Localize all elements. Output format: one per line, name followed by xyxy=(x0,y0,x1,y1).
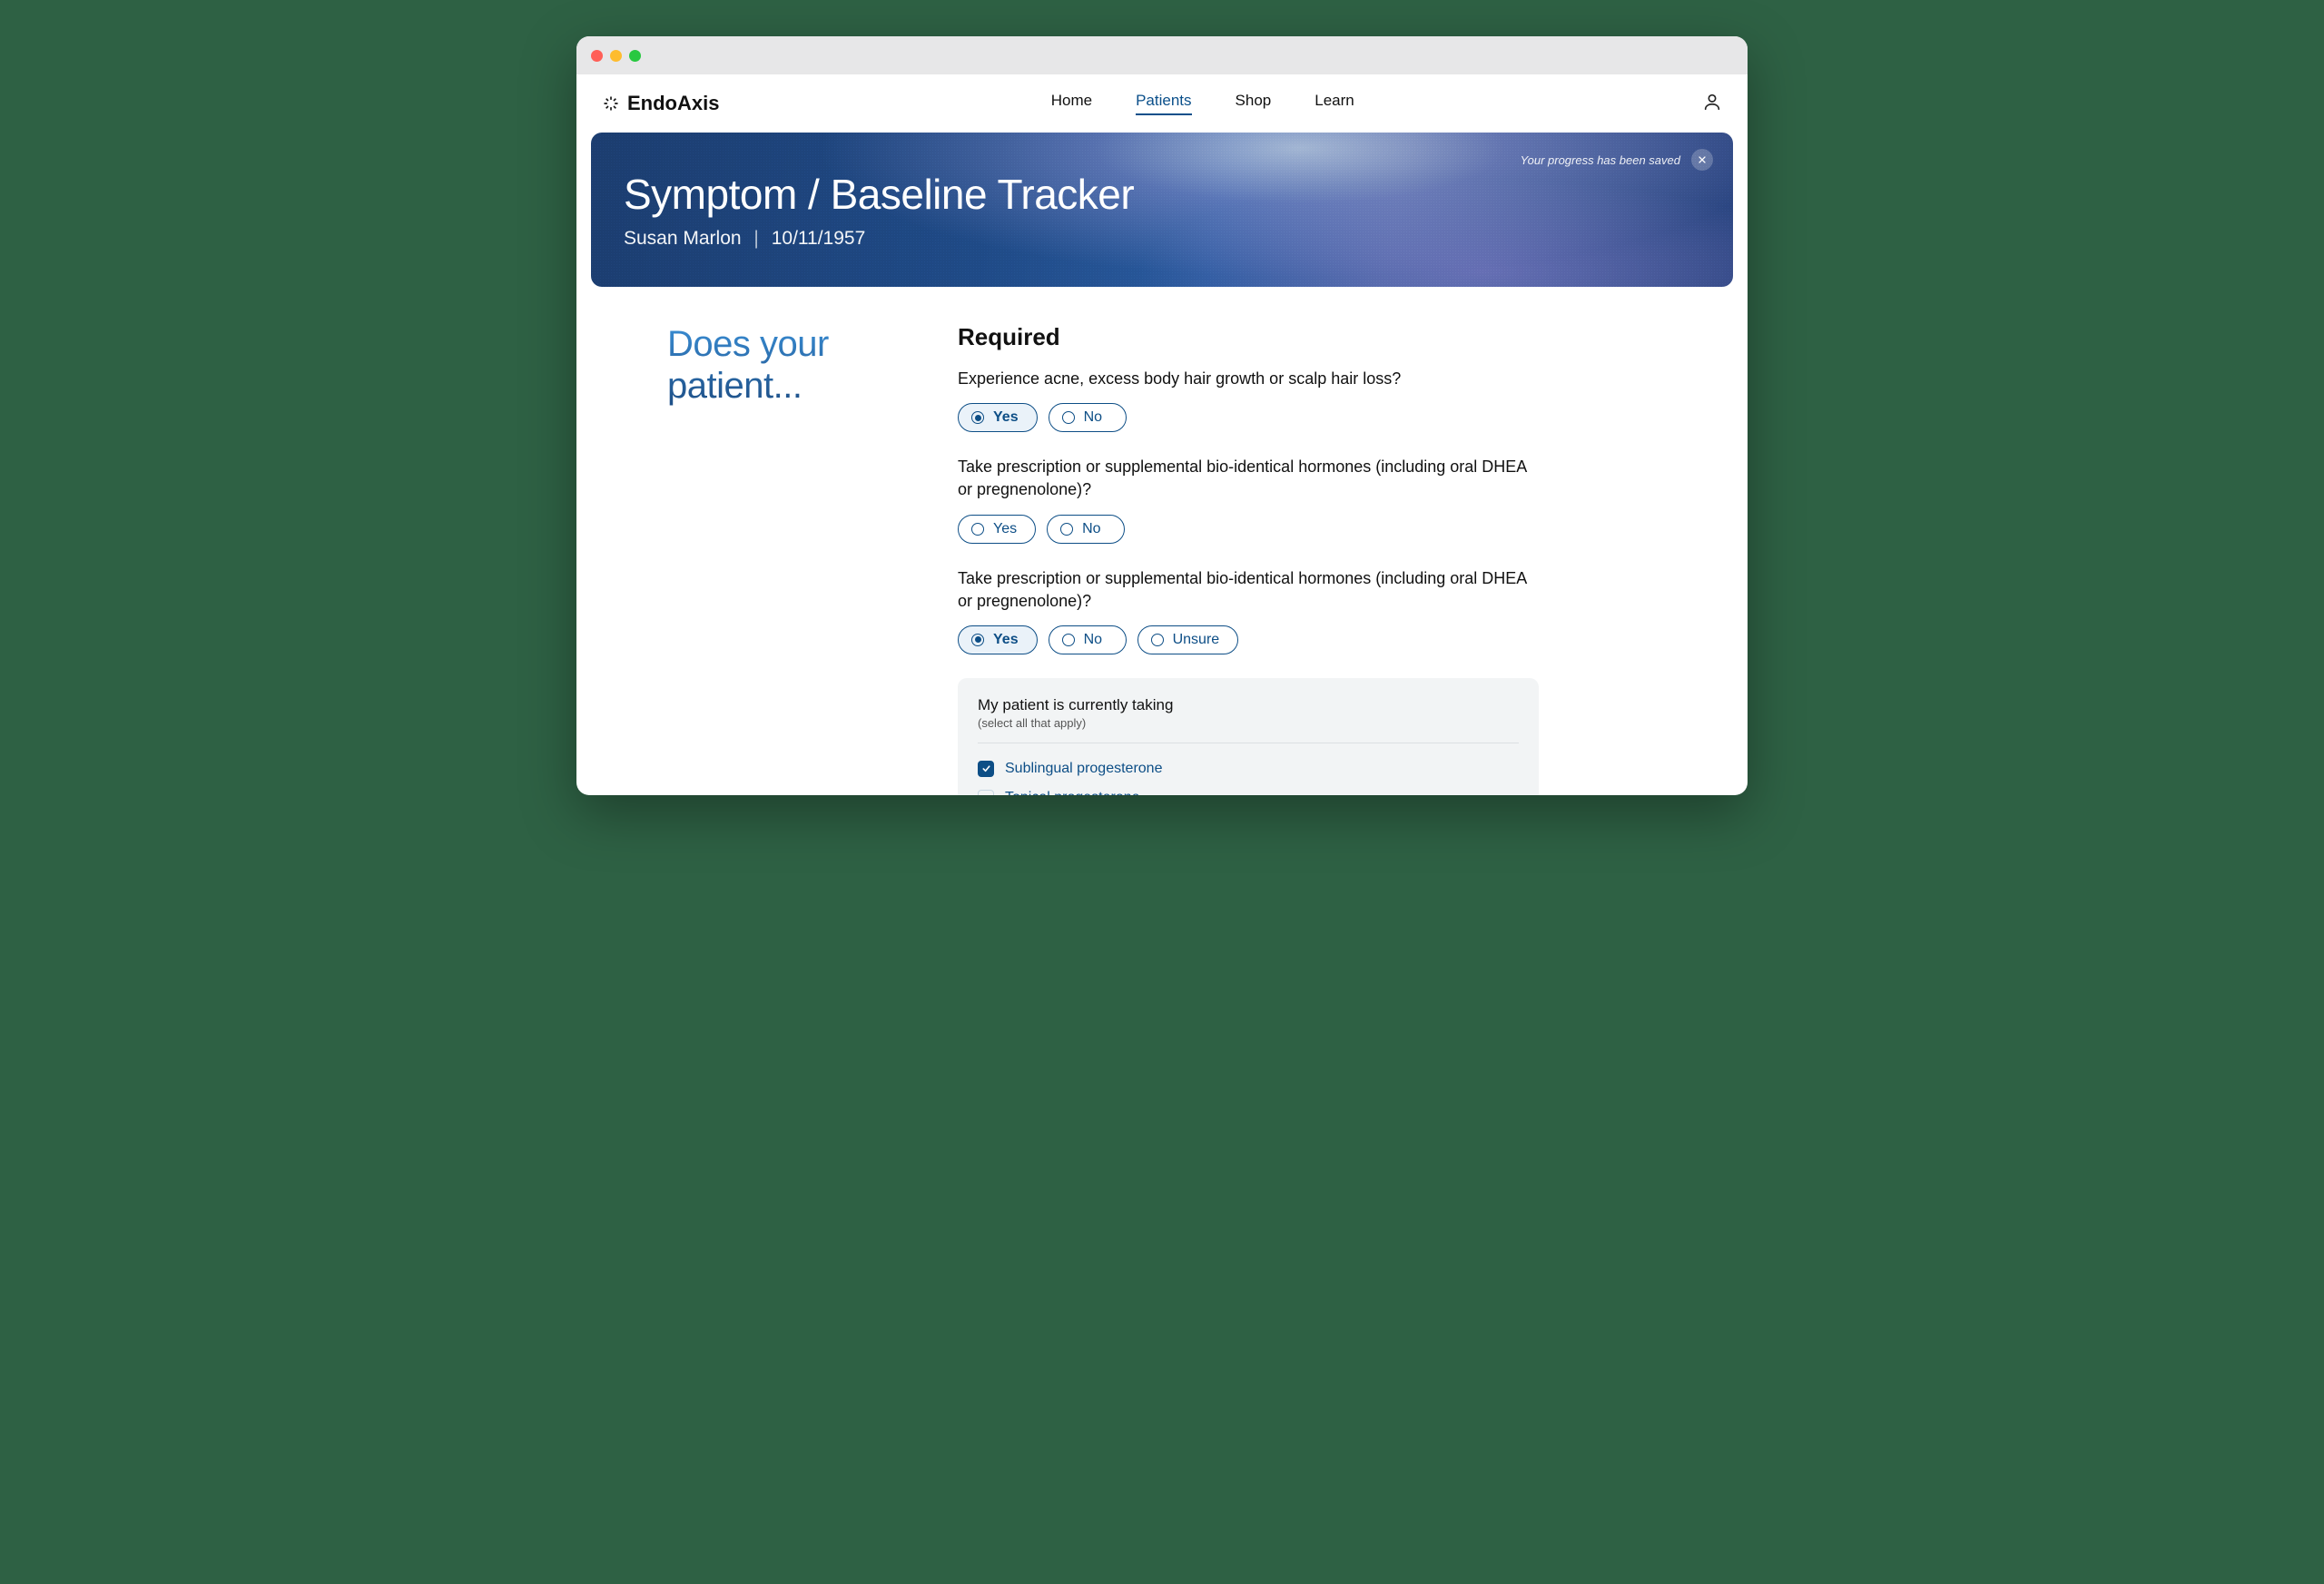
option-yes[interactable]: Yes xyxy=(958,403,1038,432)
check-item-label: Topical progesterone xyxy=(1005,790,1140,795)
option-label: Yes xyxy=(993,409,1019,426)
radio-icon xyxy=(1060,523,1073,536)
brand[interactable]: EndoAxis xyxy=(602,92,719,115)
question-text: Take prescription or supplemental bio-id… xyxy=(958,456,1539,501)
option-yes[interactable]: Yes xyxy=(958,625,1038,654)
option-label: Yes xyxy=(993,632,1019,648)
checkbox-icon xyxy=(978,761,994,777)
window-titlebar xyxy=(576,36,1748,74)
nav-link-home[interactable]: Home xyxy=(1051,92,1092,115)
option-label: No xyxy=(1084,409,1102,426)
brand-name: EndoAxis xyxy=(627,92,719,115)
top-nav: EndoAxis Home Patients Shop Learn xyxy=(576,74,1748,133)
radio-icon xyxy=(1062,634,1075,646)
option-no[interactable]: No xyxy=(1047,515,1125,544)
patient-name: Susan Marlon xyxy=(624,228,742,249)
side-prompt-text: Does your patient... xyxy=(667,323,903,407)
main-content: Does your patient... Required Experience… xyxy=(576,287,1748,795)
page-title: Symptom / Baseline Tracker xyxy=(624,170,1700,219)
window-close-dot[interactable] xyxy=(591,50,603,62)
hero-banner: Your progress has been saved Symptom / B… xyxy=(591,133,1733,287)
question-3: Take prescription or supplemental bio-id… xyxy=(958,567,1539,654)
check-item[interactable]: Topical progesterone xyxy=(978,783,1519,795)
hero-wrap: Your progress has been saved Symptom / B… xyxy=(576,133,1748,287)
side-prompt: Does your patient... xyxy=(667,323,903,795)
check-item-label: Sublingual progesterone xyxy=(1005,761,1162,777)
checkbox-icon xyxy=(978,790,994,795)
nav-right xyxy=(1686,92,1722,116)
question-text: Take prescription or supplemental bio-id… xyxy=(958,567,1539,613)
questions-container: Experience acne, excess body hair growth… xyxy=(958,368,1539,654)
radio-icon xyxy=(971,523,984,536)
dismiss-save-button[interactable] xyxy=(1691,149,1713,171)
separator: | xyxy=(753,228,758,249)
option-yes[interactable]: Yes xyxy=(958,515,1036,544)
radio-icon xyxy=(1151,634,1164,646)
question-1: Experience acne, excess body hair growth… xyxy=(958,368,1539,432)
nav-link-shop[interactable]: Shop xyxy=(1236,92,1272,115)
brand-logo-icon xyxy=(602,94,620,113)
nav-link-learn[interactable]: Learn xyxy=(1315,92,1354,115)
option-no[interactable]: No xyxy=(1049,403,1127,432)
form-column: Required Experience acne, excess body ha… xyxy=(958,323,1539,795)
save-message: Your progress has been saved xyxy=(1521,153,1680,167)
nav-center: Home Patients Shop Learn xyxy=(719,92,1686,115)
check-item[interactable]: Sublingual progesterone xyxy=(978,754,1519,783)
option-no[interactable]: No xyxy=(1049,625,1127,654)
patient-dob: 10/11/1957 xyxy=(772,228,866,249)
option-unsure[interactable]: Unsure xyxy=(1137,625,1239,654)
option-label: Yes xyxy=(993,521,1017,537)
sub-panel-currently-taking: My patient is currently taking (select a… xyxy=(958,678,1539,795)
option-label: Unsure xyxy=(1173,632,1220,648)
option-label: No xyxy=(1082,521,1100,537)
radio-icon xyxy=(971,634,984,646)
option-row: Yes No Unsure xyxy=(958,625,1539,654)
sub-panel-title: My patient is currently taking xyxy=(978,696,1519,714)
window-zoom-dot[interactable] xyxy=(629,50,641,62)
user-icon[interactable] xyxy=(1702,92,1722,116)
section-title: Required xyxy=(958,323,1539,351)
radio-icon xyxy=(1062,411,1075,424)
option-label: No xyxy=(1084,632,1102,648)
question-text: Experience acne, excess body hair growth… xyxy=(958,368,1539,390)
check-list: Sublingual progesterone Topical progester… xyxy=(978,754,1519,795)
sub-panel-hint: (select all that apply) xyxy=(978,716,1519,730)
close-icon xyxy=(1697,154,1708,165)
patient-subtitle: Susan Marlon | 10/11/1957 xyxy=(624,228,1700,250)
window-minimize-dot[interactable] xyxy=(610,50,622,62)
radio-icon xyxy=(971,411,984,424)
app-window: EndoAxis Home Patients Shop Learn Your prog… xyxy=(576,36,1748,795)
nav-link-patients[interactable]: Patients xyxy=(1136,92,1191,115)
option-row: Yes No xyxy=(958,515,1539,544)
option-row: Yes No xyxy=(958,403,1539,432)
save-indicator: Your progress has been saved xyxy=(1521,149,1713,171)
question-2: Take prescription or supplemental bio-id… xyxy=(958,456,1539,543)
